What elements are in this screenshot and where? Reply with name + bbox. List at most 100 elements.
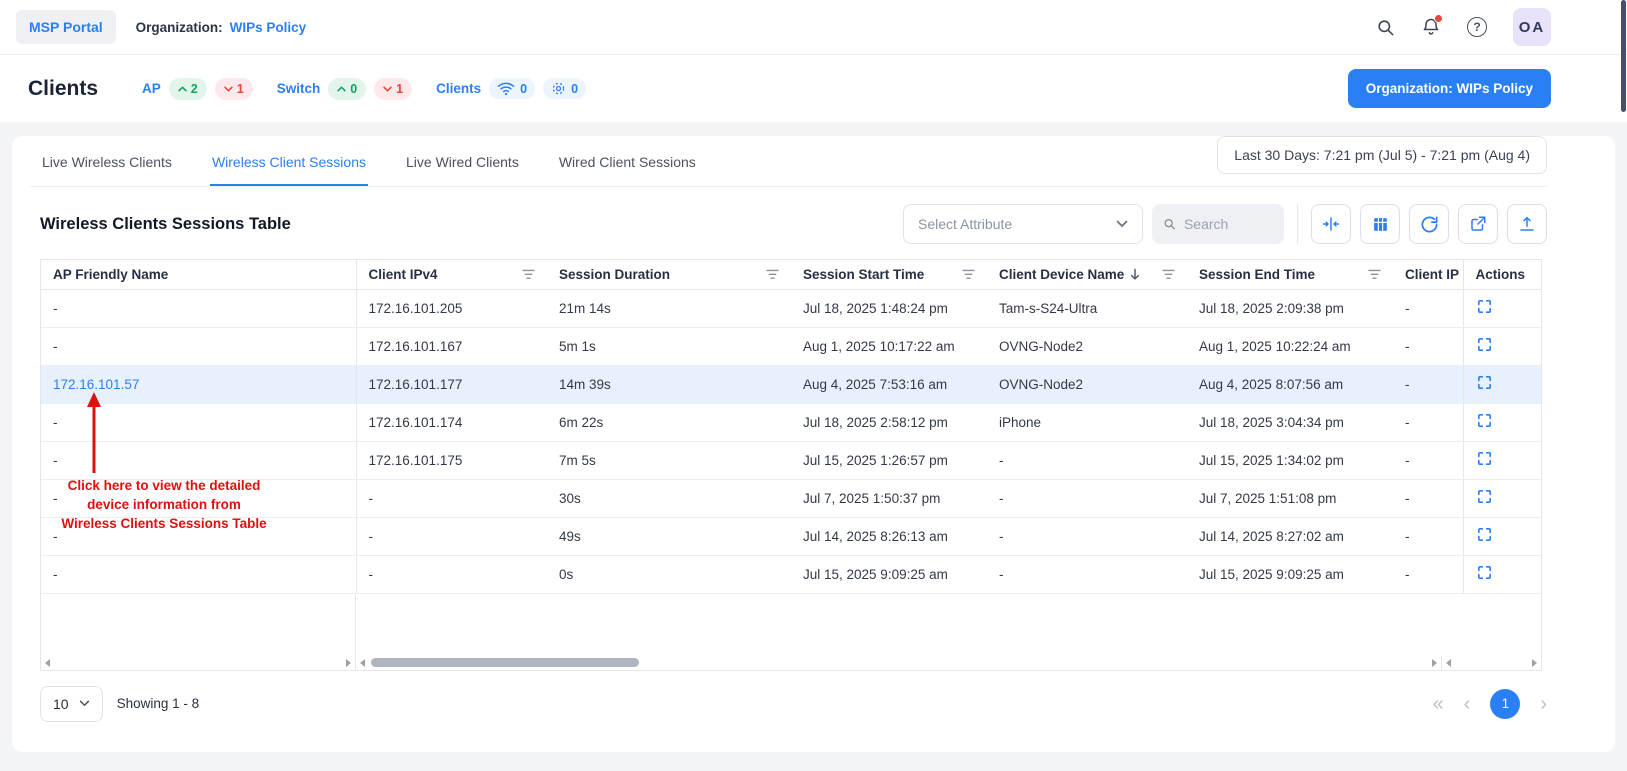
open-in-new-button[interactable] xyxy=(1458,204,1498,244)
wifi-clients-badge: 0 xyxy=(489,78,535,99)
stat-ap-label[interactable]: AP xyxy=(142,81,161,96)
cell: - xyxy=(1393,517,1463,555)
scrollbar-thumb[interactable] xyxy=(371,658,639,667)
table-row[interactable]: 172.16.101.57172.16.101.17714m 39sAug 4,… xyxy=(41,365,1541,403)
sort-desc-icon[interactable] xyxy=(1130,268,1140,280)
notifications-bell-icon[interactable] xyxy=(1421,17,1441,37)
tab-live-wireless-clients[interactable]: Live Wireless Clients xyxy=(40,136,174,186)
page-size-select[interactable]: 10 xyxy=(40,686,103,722)
cell: - xyxy=(41,289,356,327)
scroll-right-arrow[interactable] xyxy=(1432,659,1437,667)
page-scrollbar xyxy=(1621,0,1626,771)
expand-row-icon[interactable] xyxy=(1476,412,1493,429)
column-header-client-ipv4[interactable]: Client IPv4 xyxy=(356,260,547,289)
page-scrollbar-thumb[interactable] xyxy=(1621,0,1626,112)
scroll-left-arrow[interactable] xyxy=(1446,659,1451,667)
column-label: Client Device Name xyxy=(999,267,1124,282)
table-row[interactable]: --0sJul 15, 2025 9:09:25 am-Jul 15, 2025… xyxy=(41,555,1541,593)
first-page-button[interactable]: « xyxy=(1433,694,1444,714)
msp-portal-button[interactable]: MSP Portal xyxy=(16,10,116,44)
column-header-ap-friendly-name[interactable]: AP Friendly Name xyxy=(41,260,356,289)
select-attribute-dropdown[interactable]: Select Attribute xyxy=(903,204,1143,244)
cell: 7m 5s xyxy=(547,441,791,479)
search-icon[interactable] xyxy=(1376,18,1395,37)
mesh-clients-badge: 0 xyxy=(543,78,586,99)
current-page-button[interactable]: 1 xyxy=(1490,689,1520,719)
cell: - xyxy=(1393,365,1463,403)
search-input[interactable] xyxy=(1184,216,1273,232)
table-row[interactable]: -172.16.101.1746m 22sJul 18, 2025 2:58:1… xyxy=(41,403,1541,441)
previous-page-button[interactable]: ‹ xyxy=(1464,694,1471,714)
actions-cell xyxy=(1463,555,1541,593)
filter-icon[interactable] xyxy=(522,269,535,280)
chevron-down-icon xyxy=(1116,220,1128,228)
table-row[interactable]: -172.16.101.20521m 14sJul 18, 2025 1:48:… xyxy=(41,289,1541,327)
ap-friendly-name-link[interactable]: 172.16.101.57 xyxy=(53,377,139,392)
tab-wireless-client-sessions[interactable]: Wireless Client Sessions xyxy=(210,136,368,186)
actions-cell xyxy=(1463,479,1541,517)
table-row[interactable]: -172.16.101.1675m 1sAug 1, 2025 10:17:22… xyxy=(41,327,1541,365)
expand-row-icon[interactable] xyxy=(1476,564,1493,581)
expand-row-icon[interactable] xyxy=(1476,298,1493,315)
column-settings-button[interactable] xyxy=(1360,204,1400,244)
refresh-button[interactable] xyxy=(1409,204,1449,244)
expand-row-icon[interactable] xyxy=(1476,336,1493,353)
expand-row-icon[interactable] xyxy=(1476,374,1493,391)
date-range-picker[interactable]: Last 30 Days: 7:21 pm (Jul 5) - 7:21 pm … xyxy=(1217,136,1547,174)
cell: Tam-s-S24-Ultra xyxy=(987,289,1187,327)
avatar[interactable]: OA xyxy=(1513,8,1551,46)
filter-icon[interactable] xyxy=(766,269,779,280)
collapse-columns-button[interactable] xyxy=(1311,204,1351,244)
help-icon[interactable]: ? xyxy=(1467,17,1487,37)
organization-label: Organization: xyxy=(136,20,223,35)
table-toolbar: Wireless Clients Sessions Table Select A… xyxy=(40,187,1547,259)
filter-icon[interactable] xyxy=(1162,269,1175,280)
column-header-session-start-time[interactable]: Session Start Time xyxy=(791,260,987,289)
cell: 14m 39s xyxy=(547,365,791,403)
table-row[interactable]: --49sJul 14, 2025 8:26:13 am-Jul 14, 202… xyxy=(41,517,1541,555)
table-footer: 10 Showing 1 - 8 « ‹ 1 › xyxy=(40,671,1547,722)
tab-live-wired-clients[interactable]: Live Wired Clients xyxy=(404,136,521,186)
actions-cell xyxy=(1463,327,1541,365)
expand-row-icon[interactable] xyxy=(1476,526,1493,543)
cell: Jul 15, 2025 9:09:25 am xyxy=(1187,555,1393,593)
cell: - xyxy=(987,441,1187,479)
cell: Jul 15, 2025 9:09:25 am xyxy=(791,555,987,593)
organization-link[interactable]: WIPs Policy xyxy=(230,20,307,35)
scroll-left-arrow[interactable] xyxy=(360,659,365,667)
filter-icon[interactable] xyxy=(1368,269,1381,280)
column-label: Client IPv4 xyxy=(369,267,438,282)
organization-wips-policy-button[interactable]: Organization: WIPs Policy xyxy=(1348,69,1551,108)
upload-icon xyxy=(1518,215,1536,233)
expand-row-icon[interactable] xyxy=(1476,450,1493,467)
cell: - xyxy=(1393,289,1463,327)
frozen-right-scrollbar xyxy=(1441,656,1541,670)
scroll-left-arrow[interactable] xyxy=(45,659,50,667)
tab-wired-client-sessions[interactable]: Wired Client Sessions xyxy=(557,136,698,186)
export-button[interactable] xyxy=(1507,204,1547,244)
column-header-session-duration[interactable]: Session Duration xyxy=(547,260,791,289)
column-header-session-end-time[interactable]: Session End Time xyxy=(1187,260,1393,289)
topbar-actions: ? OA xyxy=(1376,8,1551,46)
stat-clients-label[interactable]: Clients xyxy=(436,81,481,96)
cell: - xyxy=(41,517,356,555)
cell: Aug 1, 2025 10:17:22 am xyxy=(791,327,987,365)
cell: - xyxy=(1393,327,1463,365)
table-row[interactable]: --30sJul 7, 2025 1:50:37 pm-Jul 7, 2025 … xyxy=(41,479,1541,517)
page-title: Clients xyxy=(28,77,98,101)
stat-switch-label[interactable]: Switch xyxy=(277,81,321,96)
next-page-button[interactable]: › xyxy=(1540,694,1547,714)
table-row[interactable]: -172.16.101.1757m 5sJul 15, 2025 1:26:57… xyxy=(41,441,1541,479)
switch-down-count: 1 xyxy=(396,82,403,96)
column-header-actions[interactable]: Actions xyxy=(1463,260,1541,289)
table-body: -172.16.101.20521m 14sJul 18, 2025 1:48:… xyxy=(41,289,1541,593)
scroll-right-arrow[interactable] xyxy=(1532,659,1537,667)
actions-cell xyxy=(1463,289,1541,327)
expand-row-icon[interactable] xyxy=(1476,488,1493,505)
column-header-client-ip[interactable]: Client IP xyxy=(1393,260,1463,289)
search-icon xyxy=(1163,216,1176,232)
scroll-right-arrow[interactable] xyxy=(346,659,351,667)
cell: 172.16.101.205 xyxy=(356,289,547,327)
column-header-client-device-name[interactable]: Client Device Name xyxy=(987,260,1187,289)
filter-icon[interactable] xyxy=(962,269,975,280)
